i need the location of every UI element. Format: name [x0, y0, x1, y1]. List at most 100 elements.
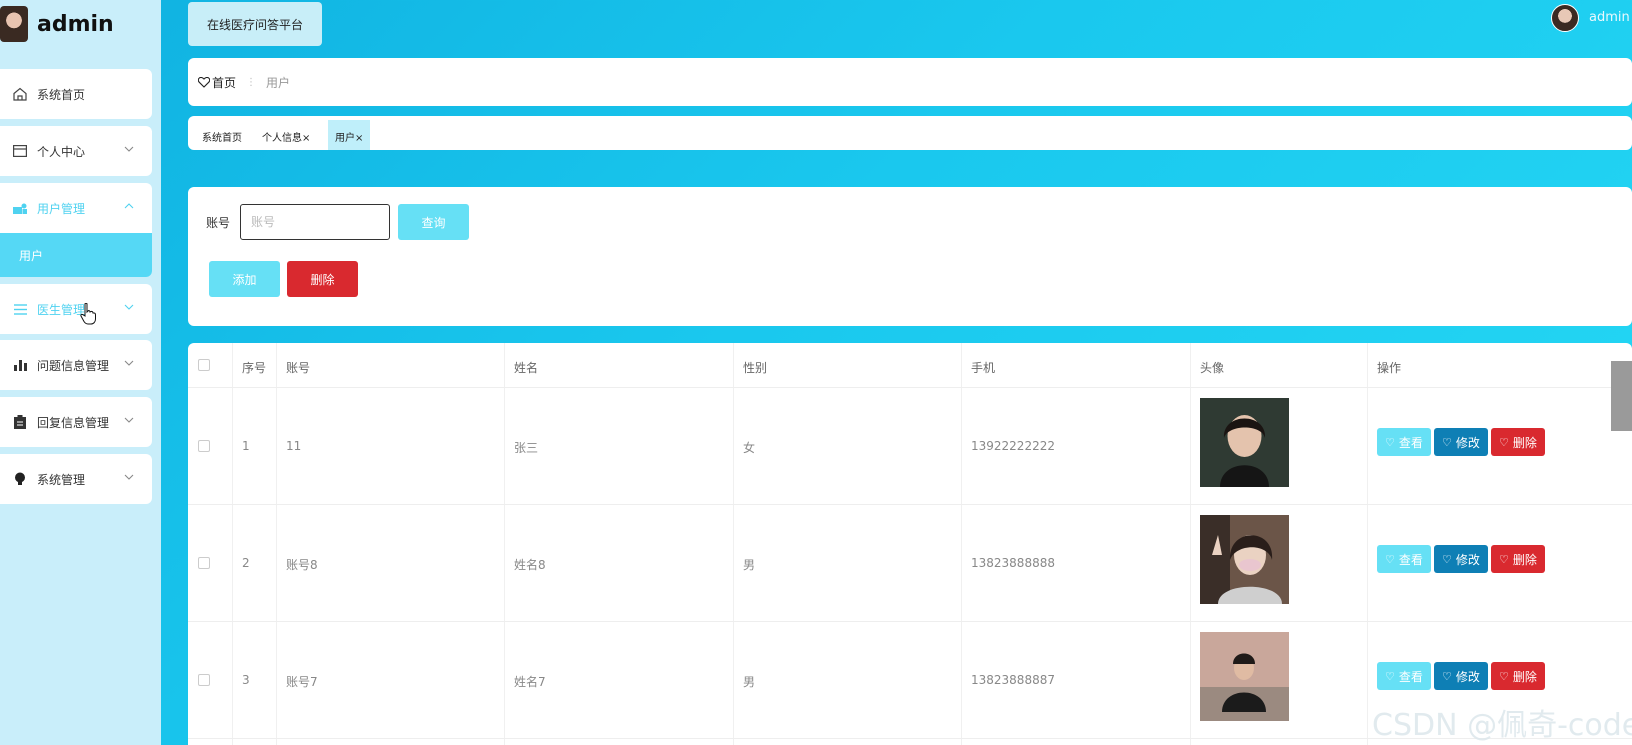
heart-icon: ♡	[1385, 670, 1395, 683]
cell-account: 11	[286, 439, 302, 453]
sidebar-item-label: 系统首页	[37, 87, 86, 102]
tags-bar: 系统首页 个人信息× 用户×	[188, 116, 1632, 150]
sidebar-item-home[interactable]: 系统首页	[0, 69, 152, 119]
header-name: 姓名	[514, 361, 539, 375]
cell-name: 姓名8	[514, 558, 546, 572]
user-photo	[1200, 515, 1289, 604]
user-group-icon	[12, 200, 28, 216]
cell-name: 张三	[514, 441, 539, 455]
breadcrumb-separator: ⋮	[246, 76, 257, 88]
edit-button[interactable]: ♡ 修改	[1434, 428, 1488, 456]
row-checkbox[interactable]	[198, 674, 210, 686]
tag-label: 系统首页	[202, 133, 242, 144]
user-photo	[1200, 398, 1289, 487]
header-account: 账号	[286, 361, 311, 375]
account-label: 账号	[206, 216, 231, 230]
account-search-input[interactable]	[240, 204, 390, 240]
view-button[interactable]: ♡ 查看	[1377, 662, 1431, 690]
sidebar-item-system-management[interactable]: 系统管理	[0, 454, 152, 504]
user-photo	[1200, 632, 1289, 721]
chevron-down-icon	[124, 356, 134, 369]
tag-user[interactable]: 用户×	[328, 120, 371, 150]
cell-gender: 男	[743, 558, 756, 572]
cell-account: 账号8	[286, 558, 318, 572]
chevron-down-icon	[124, 470, 134, 483]
sidebar-item-doctor-management[interactable]: 医生管理	[0, 284, 152, 334]
header-phone: 手机	[971, 361, 996, 375]
chevron-down-icon	[124, 300, 134, 313]
sidebar: admin 系统首页 个人中心 用户管理 用户 医生管理 问题信息管理 回复信息…	[0, 0, 161, 745]
header-actions: 操作	[1377, 361, 1402, 375]
edit-button[interactable]: ♡ 修改	[1434, 662, 1488, 690]
sidebar-item-personal[interactable]: 个人中心	[0, 126, 152, 176]
list-icon	[12, 301, 28, 317]
avatar[interactable]	[1551, 4, 1579, 32]
heart-icon: ♡	[1442, 553, 1452, 566]
cell-index: 1	[242, 439, 250, 453]
clipboard-icon	[12, 414, 28, 430]
cell-phone: 13823888888	[971, 556, 1055, 570]
platform-title-button[interactable]: 在线医疗问答平台	[188, 2, 322, 46]
table-header: 序号 账号 姓名 性别 手机 头像 操作	[188, 343, 1632, 388]
chevron-up-icon	[124, 199, 134, 212]
tag-home[interactable]: 系统首页	[202, 129, 242, 144]
row-delete-button[interactable]: ♡ 删除	[1491, 662, 1545, 690]
select-all-checkbox[interactable]	[198, 359, 210, 371]
header-avatar: 头像	[1200, 361, 1225, 375]
heart-icon: ♡	[1442, 670, 1452, 683]
tag-close-icon[interactable]: ×	[302, 133, 310, 144]
search-panel: 账号 查询 添加 删除	[188, 187, 1632, 326]
breadcrumb-current: 用户	[266, 75, 291, 90]
chevron-down-icon	[124, 413, 134, 426]
cell-index: 3	[242, 673, 250, 687]
heart-icon: ♡	[1442, 436, 1452, 449]
scrollbar-thumb[interactable]	[1611, 361, 1632, 431]
sidebar-item-label: 回复信息管理	[37, 415, 110, 430]
heart-icon: ♡	[1499, 553, 1509, 566]
cell-gender: 女	[743, 441, 756, 455]
sidebar-item-label: 医生管理	[37, 302, 86, 317]
row-delete-button[interactable]: ♡ 删除	[1491, 545, 1545, 573]
heart-icon: ♡	[1385, 436, 1395, 449]
user-table: 序号 账号 姓名 性别 手机 头像 操作 1 11 张三 女 139222222…	[188, 343, 1632, 745]
row-delete-button[interactable]: ♡ 删除	[1491, 428, 1545, 456]
brand-title: admin	[37, 11, 114, 37]
platform-title: 在线医疗问答平台	[206, 17, 303, 32]
sidebar-item-label: 用户管理	[37, 201, 86, 216]
header-index: 序号	[242, 361, 267, 375]
query-button[interactable]: 查询	[398, 204, 469, 240]
breadcrumb-home-label: 首页	[212, 75, 237, 90]
wallet-icon	[12, 143, 28, 159]
cell-account: 账号7	[286, 675, 318, 689]
add-button[interactable]: 添加	[209, 261, 280, 297]
sidebar-item-label: 个人中心	[37, 144, 86, 159]
heart-icon: ♡	[1499, 436, 1509, 449]
row-checkbox[interactable]	[198, 440, 210, 452]
row-checkbox[interactable]	[198, 557, 210, 569]
cell-name: 姓名7	[514, 675, 546, 689]
bar-chart-icon	[12, 357, 28, 373]
sidebar-subitem-user[interactable]: 用户	[0, 233, 152, 277]
watermark: CSDN @佩奇-code	[1372, 708, 1632, 743]
delete-button[interactable]: 删除	[287, 261, 358, 297]
cell-phone: 13922222222	[971, 439, 1055, 453]
sidebar-item-reply-management[interactable]: 回复信息管理	[0, 397, 152, 447]
sidebar-item-question-management[interactable]: 问题信息管理	[0, 340, 152, 390]
table-row: 1 11 张三 女 13922222222 ♡ 查看 ♡ 修改 ♡ 删除	[188, 388, 1632, 505]
heart-icon: ♡	[1499, 670, 1509, 683]
view-button[interactable]: ♡ 查看	[1377, 428, 1431, 456]
hand-cursor-icon	[80, 303, 96, 325]
brand: admin	[0, 4, 161, 44]
view-button[interactable]: ♡ 查看	[1377, 545, 1431, 573]
tag-close-icon[interactable]: ×	[355, 133, 363, 144]
tag-personal-info[interactable]: 个人信息×	[262, 129, 310, 144]
table-row: 2 账号8 姓名8 男 13823888888 ♡ 查看 ♡ 修改 ♡ 删除	[188, 505, 1632, 622]
sidebar-item-user-management[interactable]: 用户管理 用户	[0, 183, 152, 277]
sidebar-item-label: 系统管理	[37, 472, 86, 487]
edit-button[interactable]: ♡ 修改	[1434, 545, 1488, 573]
heart-icon	[198, 76, 210, 88]
breadcrumb-home[interactable]: 首页	[198, 74, 236, 91]
breadcrumb: 首页 ⋮ 用户	[188, 58, 1632, 106]
user-name[interactable]: admin	[1589, 10, 1630, 25]
tag-label: 个人信息	[262, 133, 302, 144]
